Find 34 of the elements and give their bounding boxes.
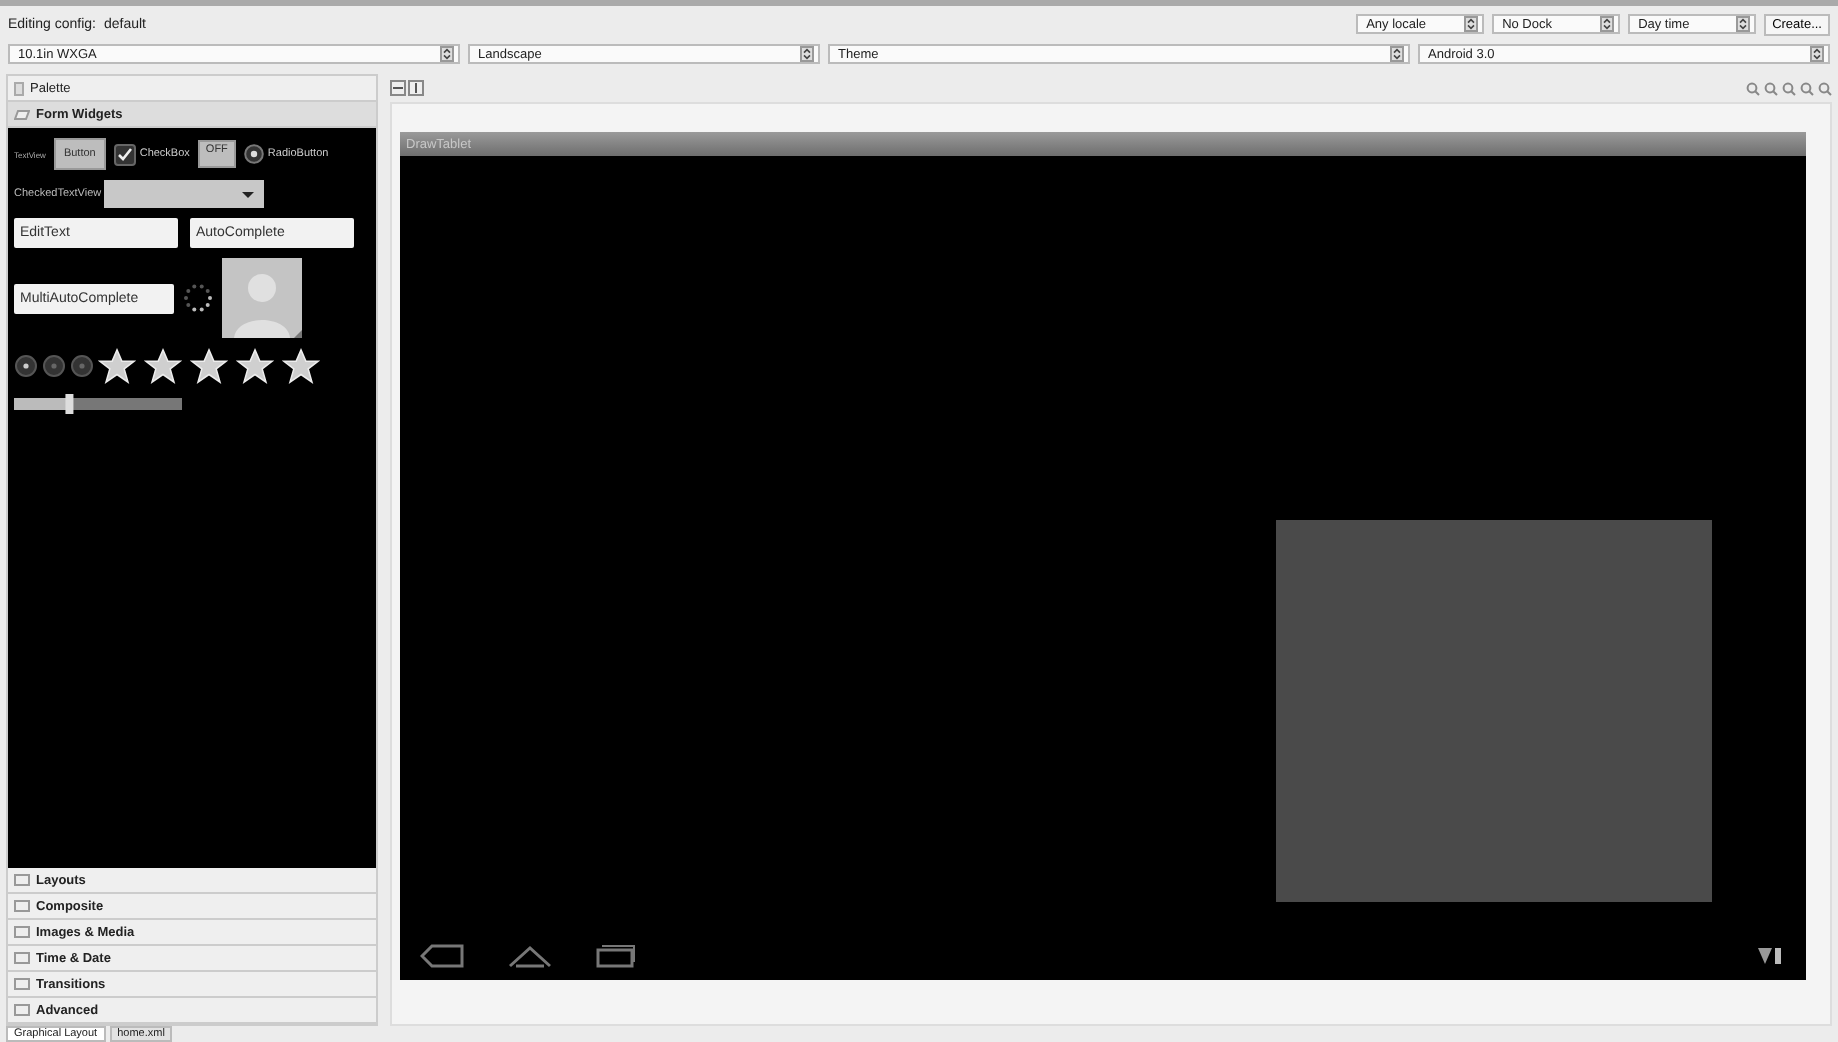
small-radio-icon xyxy=(70,354,94,378)
fit-width-icon[interactable] xyxy=(390,80,406,96)
radio-button-icon[interactable] xyxy=(243,144,264,164)
progress-spinner-icon xyxy=(182,282,214,314)
zoom-out-icon[interactable] xyxy=(1800,81,1814,95)
back-icon[interactable] xyxy=(420,944,464,968)
star-icon xyxy=(236,348,274,384)
recent-apps-icon[interactable] xyxy=(596,944,636,968)
small-radio-icon xyxy=(14,354,38,378)
image-placeholder xyxy=(222,258,302,338)
palette-icon xyxy=(14,81,24,95)
stepper-icon xyxy=(800,46,814,62)
zoom-actual-icon[interactable] xyxy=(1746,81,1760,95)
zoom-real-icon[interactable] xyxy=(1782,81,1796,95)
star-icon xyxy=(282,348,320,384)
rating-bar[interactable] xyxy=(98,348,320,384)
open-folder-icon xyxy=(14,108,30,120)
stepper-icon xyxy=(1464,16,1479,32)
zoom-in-icon[interactable] xyxy=(1818,81,1832,95)
stepper-icon xyxy=(1810,46,1824,62)
stepper-icon xyxy=(1736,16,1751,32)
signal-battery-icon xyxy=(1758,946,1782,966)
small-radio-icon xyxy=(42,354,66,378)
star-icon xyxy=(144,348,182,384)
zoom-fit-icon[interactable] xyxy=(1764,81,1778,95)
fit-height-icon[interactable] xyxy=(408,80,424,96)
stepper-icon xyxy=(1390,46,1404,62)
star-icon xyxy=(190,348,228,384)
star-icon xyxy=(98,348,136,384)
seek-bar[interactable] xyxy=(14,394,182,414)
checkbox-icon[interactable] xyxy=(113,143,136,165)
stepper-icon xyxy=(440,46,454,62)
home-icon[interactable] xyxy=(508,944,552,968)
stepper-icon xyxy=(1600,16,1615,32)
